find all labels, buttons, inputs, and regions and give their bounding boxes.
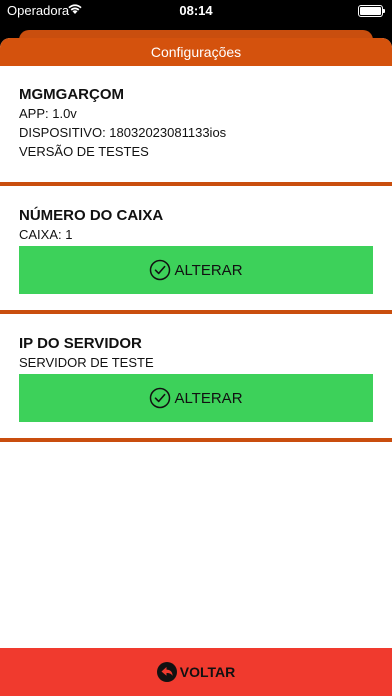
app-info-section: MGMGARÇOM APP: 1.0v DISPOSITIVO: 1803202… (0, 66, 392, 182)
change-server-button[interactable]: ALTERAR (19, 374, 373, 422)
change-cashier-label: ALTERAR (174, 261, 243, 279)
build-type: VERSÃO DE TESTES (19, 144, 149, 159)
cashier-title: NÚMERO DO CAIXA (19, 207, 164, 224)
app-version: APP: 1.0v (19, 106, 77, 121)
cashier-section: NÚMERO DO CAIXA CAIXA: 1 ALTERAR (0, 186, 392, 310)
page-title: Configurações (0, 38, 392, 66)
app-name: MGMGARÇOM (19, 86, 124, 103)
back-button[interactable]: VOLTAR (0, 648, 392, 696)
back-label: VOLTAR (179, 664, 236, 680)
server-title: IP DO SERVIDOR (19, 335, 142, 352)
server-value: SERVIDOR DE TESTE (19, 355, 154, 370)
change-cashier-button[interactable]: ALTERAR (19, 246, 373, 294)
status-bar: Operadora 08:14 (0, 0, 392, 22)
check-circle-icon (150, 259, 171, 281)
battery-icon (358, 5, 385, 17)
settings-sheet: Configurações MGMGARÇOM APP: 1.0v DISPOS… (0, 38, 392, 696)
section-divider (0, 438, 392, 442)
check-circle-icon (150, 387, 171, 409)
back-arrow-icon (156, 662, 177, 682)
cashier-value: CAIXA: 1 (19, 227, 73, 242)
change-server-label: ALTERAR (174, 389, 243, 407)
server-section: IP DO SERVIDOR SERVIDOR DE TESTE ALTERAR (0, 314, 392, 438)
clock: 08:14 (179, 3, 213, 18)
device-id: DISPOSITIVO: 18032023081133ios (19, 125, 227, 140)
